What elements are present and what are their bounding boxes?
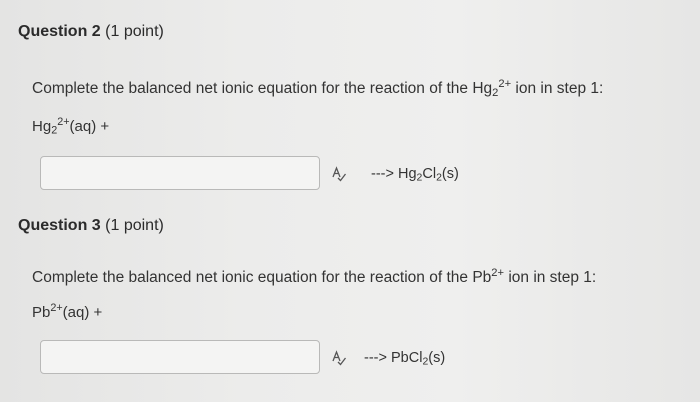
question-3-points: (1 point) xyxy=(105,217,164,234)
question-2-reactant-main: Hg xyxy=(32,118,52,135)
question-3-product-a: PbCl xyxy=(391,350,423,366)
question-2-prompt-tail: ion in step 1: xyxy=(511,80,604,97)
question-3-number: Question 3 xyxy=(18,217,101,234)
question-3-reactant: Pb2+(aq) + xyxy=(32,303,102,323)
question-2-number: Question 2 xyxy=(18,23,101,40)
question-3-prompt-tail: ion in step 1: xyxy=(504,269,597,286)
question-3-prompt-sup: 2+ xyxy=(491,266,505,279)
question-3-answer-input[interactable] xyxy=(40,340,320,374)
question-2-prompt-text: Complete the balanced net ionic equation… xyxy=(32,80,493,97)
question-3-product-tail: (s) xyxy=(428,350,446,366)
question-2-product-a: Hg xyxy=(398,166,417,182)
question-3-prompt: Complete the balanced net ionic equation… xyxy=(32,266,597,288)
question-3-prompt-text: Complete the balanced net ionic equation… xyxy=(32,269,492,286)
spell-check-icon[interactable] xyxy=(331,350,347,366)
question-2-reactant-sup: 2+ xyxy=(57,116,70,129)
question-2-reactant-tail: (aq) + xyxy=(69,118,110,135)
question-3-arrow: ---> xyxy=(364,350,387,366)
question-2-product: ---> Hg2Cl2(s) xyxy=(371,164,459,184)
question-3-reactant-sup: 2+ xyxy=(50,302,63,315)
quiz-page: Question 2 (1 point) Complete the balanc… xyxy=(0,0,700,402)
question-2-reactant: Hg22+(aq) + xyxy=(32,117,109,137)
question-2-answer-input[interactable] xyxy=(40,156,320,190)
question-3-reactant-tail: (aq) + xyxy=(62,304,103,321)
question-2-product-b: Cl xyxy=(422,166,437,182)
question-2-prompt: Complete the balanced net ionic equation… xyxy=(32,77,604,99)
spell-check-icon[interactable] xyxy=(331,166,347,182)
question-2-points: (1 point) xyxy=(105,23,164,40)
question-3-reactant-main: Pb xyxy=(32,304,51,321)
question-2-header: Question 2 (1 point) xyxy=(18,22,164,42)
question-2-prompt-sup: 2+ xyxy=(498,77,512,90)
question-2-product-tail: (s) xyxy=(441,166,459,182)
question-3-product: ---> PbCl2(s) xyxy=(364,348,445,368)
question-3-header: Question 3 (1 point) xyxy=(18,216,164,236)
question-2-arrow: ---> xyxy=(371,166,394,182)
